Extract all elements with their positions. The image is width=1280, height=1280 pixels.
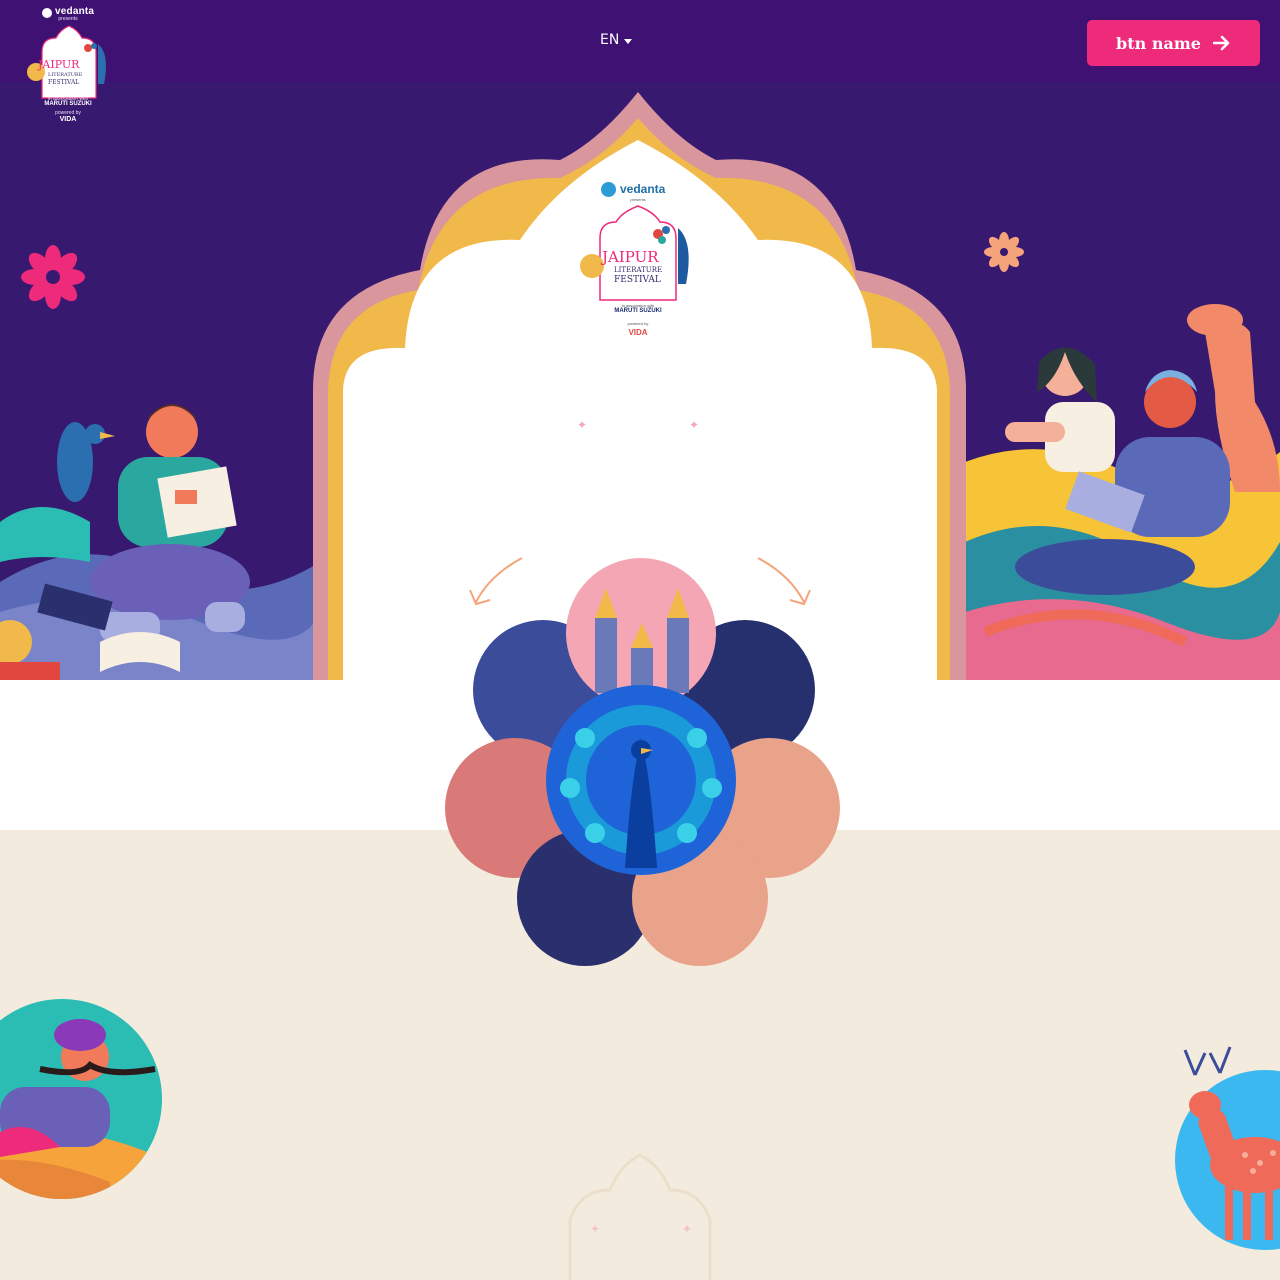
logo-title-line3: FESTIVAL	[48, 79, 80, 86]
logo-title-line1: JAIPUR	[38, 58, 80, 71]
arch-watermark-icon: ✦ ✦	[568, 1153, 712, 1280]
cta-label: btn name	[1116, 33, 1201, 53]
center-powered-sub: powered by	[627, 321, 649, 326]
mustache-man-illustration	[0, 999, 162, 1199]
center-co-sponsor-name: MARUTI SUZUKI	[614, 308, 662, 314]
language-label: EN	[600, 32, 620, 48]
center-powered-name: VIDA	[628, 328, 648, 337]
svg-text:✦: ✦	[682, 1222, 692, 1236]
center-festival-logo: vedanta presents JAIPUR LITERATURE FESTI…	[578, 178, 698, 348]
co-sponsor-name: MARUTI SUZUKI	[44, 101, 92, 107]
center-sponsor-sub: presents	[630, 197, 646, 202]
flower-icon	[21, 245, 85, 309]
center-title-line3: FESTIVAL	[614, 275, 661, 285]
sparkle-icon: ✦	[577, 418, 588, 432]
festival-logo[interactable]: vedanta presents JAIPUR LITERATURE FESTI…	[20, 4, 116, 128]
caret-down-icon	[624, 38, 633, 44]
vedanta-globe-icon	[601, 182, 616, 197]
sponsor-sub: presents	[58, 16, 78, 22]
svg-text:✦: ✦	[590, 1222, 600, 1236]
sparkle-icon: ✦	[689, 418, 700, 432]
peacock-emblem-illustration	[445, 558, 840, 966]
center-title-line2: LITERATURE	[614, 266, 663, 274]
powered-name: VIDA	[59, 116, 77, 123]
center-title-line1: JAIPUR	[602, 248, 659, 266]
couple-camel-illustration	[965, 304, 1280, 680]
logo-title-line2: LITERATURE	[48, 72, 83, 78]
deer-illustration	[1175, 1046, 1280, 1250]
arrow-right-icon	[1212, 35, 1230, 51]
cta-button[interactable]: btn name	[1087, 20, 1260, 66]
flower-icon	[984, 232, 1024, 272]
center-sponsor-name: vedanta	[620, 182, 666, 196]
language-selector[interactable]: EN	[600, 32, 633, 48]
reading-boy-illustration	[0, 404, 320, 680]
